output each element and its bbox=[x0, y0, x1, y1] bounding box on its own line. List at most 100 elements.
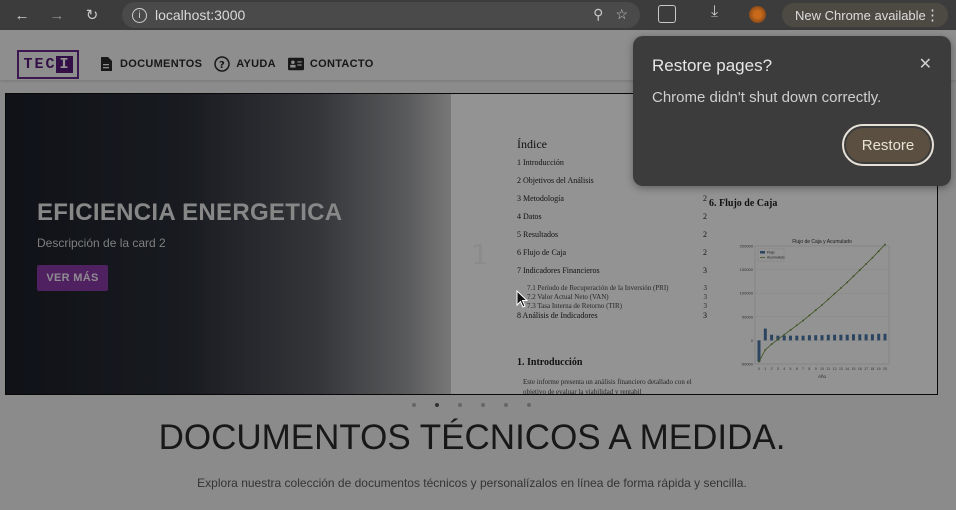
chart-bar bbox=[801, 335, 805, 341]
chart-line-point bbox=[764, 348, 767, 351]
back-icon[interactable]: ← bbox=[10, 3, 34, 27]
reload-icon[interactable]: ↻ bbox=[80, 3, 104, 27]
restore-button[interactable]: Restore bbox=[842, 124, 934, 166]
kebab-menu-icon[interactable]: ⋮ bbox=[925, 6, 940, 24]
toc-entry-page: 2 bbox=[703, 194, 707, 203]
toc-entry-page: 3 bbox=[703, 311, 707, 320]
carousel-dot[interactable] bbox=[458, 403, 462, 407]
page-headline: DOCUMENTOS TÉCNICOS A MEDIDA. bbox=[158, 418, 786, 457]
ver-mas-button[interactable]: VER MÁS bbox=[37, 265, 108, 291]
cashflow-chart: Flujo de Caja y Acumulado200000150000100… bbox=[740, 239, 890, 379]
toc-entry-label: 1 Introducción bbox=[517, 158, 564, 167]
nav-item-ayuda[interactable]: ? AYUDA bbox=[214, 56, 276, 72]
chart-x-tick-label: 10 bbox=[820, 367, 824, 371]
chart-bar bbox=[864, 334, 868, 341]
toc-entry: 4 Datos 2 bbox=[517, 212, 707, 230]
toc-entry-label: 4 Datos bbox=[517, 212, 542, 221]
chart-line-series bbox=[758, 244, 886, 362]
chart-line-point bbox=[827, 298, 830, 301]
slide-title: EFICIENCIA ENERGETICA bbox=[37, 199, 343, 226]
carousel-dot[interactable] bbox=[412, 403, 416, 407]
help-icon: ? bbox=[214, 56, 230, 72]
chart-bar bbox=[820, 335, 824, 341]
chart-title: Flujo de Caja y Acumulado bbox=[792, 239, 852, 245]
chart-bar bbox=[763, 328, 767, 341]
forward-icon[interactable]: → bbox=[45, 3, 69, 27]
address-bar[interactable]: i localhost:3000 ⚲ ☆ bbox=[122, 2, 640, 28]
chart-x-tick-label: 16 bbox=[858, 367, 862, 371]
toc-entry: 7.3 Tasa Interna de Retorno (TIR) 3 bbox=[517, 302, 707, 311]
nav-item-label: CONTACTO bbox=[309, 58, 374, 70]
toc-entry-label: 6 Flujo de Caja bbox=[517, 248, 567, 257]
bookmark-star-icon[interactable]: ☆ bbox=[615, 6, 628, 23]
chart-x-tick-label: 7 bbox=[802, 367, 804, 371]
site-info-icon[interactable]: i bbox=[132, 7, 147, 23]
toc-entry-page: 2 bbox=[703, 248, 707, 257]
document-paragraph: Este informe presenta un análisis financ… bbox=[523, 378, 692, 395]
chart-bar bbox=[858, 334, 862, 341]
toc-entry-page: 3 bbox=[703, 293, 708, 301]
toc-entry: 7.1 Período de Recuperación de la Invers… bbox=[517, 284, 707, 293]
chart-line-point bbox=[852, 275, 855, 278]
chart-x-tick-label: 17 bbox=[864, 367, 868, 371]
carousel-dot[interactable] bbox=[527, 403, 531, 407]
toc-entry: 8 Análisis de Indicadores 3 bbox=[517, 311, 707, 329]
logo-letter: I bbox=[56, 56, 73, 73]
chart-x-tick-label: 5 bbox=[790, 367, 792, 371]
nav-menu: DOCUMENTOS ? AYUDA CONTACTO bbox=[98, 56, 374, 72]
toc-entry-label: 8 Análisis de Indicadores bbox=[517, 311, 598, 320]
chart-line-point bbox=[758, 360, 760, 363]
chart-line-point bbox=[865, 263, 867, 265]
chart-bar bbox=[770, 334, 774, 341]
nav-item-contacto[interactable]: CONTACTO bbox=[287, 56, 374, 72]
chart-bar bbox=[826, 334, 830, 341]
restore-pages-dialog: Restore pages? ✕ Chrome didn't shut down… bbox=[633, 36, 951, 186]
mouse-cursor-icon bbox=[516, 290, 528, 308]
toc-entry-label: 7 Indicadores Financieros bbox=[517, 266, 600, 275]
download-icon[interactable]: ⤓ bbox=[711, 3, 718, 21]
chart-y-tick-label: 100000 bbox=[740, 291, 754, 296]
chart-line-point bbox=[802, 319, 804, 322]
carousel-indicators bbox=[412, 403, 531, 407]
toc-entry-label: 2 Objetivos del Análisis bbox=[517, 176, 594, 185]
extensions-icon[interactable] bbox=[658, 5, 676, 23]
toc-entry: 6 Flujo de Caja 2 bbox=[517, 248, 707, 266]
chart-x-tick-label: 1 bbox=[764, 367, 766, 371]
document-section-heading: 6. Flujo de Caja bbox=[709, 198, 778, 209]
chart-y-tick-label: 50000 bbox=[742, 314, 754, 319]
carousel-dot[interactable] bbox=[504, 403, 508, 407]
site-logo[interactable]: T E C I bbox=[17, 50, 79, 79]
chart-legend-label: Acumulado bbox=[767, 256, 785, 260]
nav-item-label: DOCUMENTOS bbox=[120, 58, 203, 70]
logo-letter: T bbox=[23, 56, 34, 73]
chart-x-tick-label: 8 bbox=[808, 367, 810, 371]
carousel-dot[interactable] bbox=[481, 403, 485, 407]
toc-entry-label: 7.1 Período de Recuperación de la Invers… bbox=[527, 284, 669, 292]
chart-bar bbox=[789, 335, 792, 341]
toc-entry-page: 3 bbox=[703, 302, 708, 310]
chart-line-point bbox=[821, 304, 823, 306]
chart-line-point bbox=[777, 338, 779, 341]
chart-bar bbox=[814, 335, 818, 341]
chart-bar bbox=[807, 335, 811, 341]
chart-bar bbox=[782, 335, 786, 341]
close-icon[interactable]: ✕ bbox=[919, 54, 932, 74]
carousel-dot[interactable] bbox=[435, 403, 439, 407]
chart-line-point bbox=[808, 314, 811, 317]
new-chrome-label: New Chrome available bbox=[795, 7, 926, 23]
toc-entry-page: 3 bbox=[703, 284, 708, 292]
url-text[interactable]: localhost:3000 bbox=[155, 7, 245, 23]
toc-entry-label: 7.2 Valor Actual Neto (VAN) bbox=[527, 293, 609, 301]
restore-dialog-title: Restore pages? bbox=[652, 56, 773, 75]
profile-avatar[interactable] bbox=[749, 6, 766, 23]
chart-x-axis-label: Año bbox=[818, 374, 827, 379]
chart-bar bbox=[845, 334, 849, 341]
toc-entry-page: 2 bbox=[703, 212, 707, 221]
logo-letter: C bbox=[45, 56, 56, 73]
nav-item-documentos[interactable]: DOCUMENTOS bbox=[98, 56, 202, 72]
chart-x-tick-label: 3 bbox=[777, 367, 779, 371]
chart-x-tick-label: 2 bbox=[771, 367, 773, 371]
zoom-icon[interactable]: ⚲ bbox=[593, 6, 603, 23]
new-chrome-available-button[interactable]: New Chrome available ⋮ bbox=[782, 3, 948, 27]
chart-line-point bbox=[789, 329, 792, 331]
